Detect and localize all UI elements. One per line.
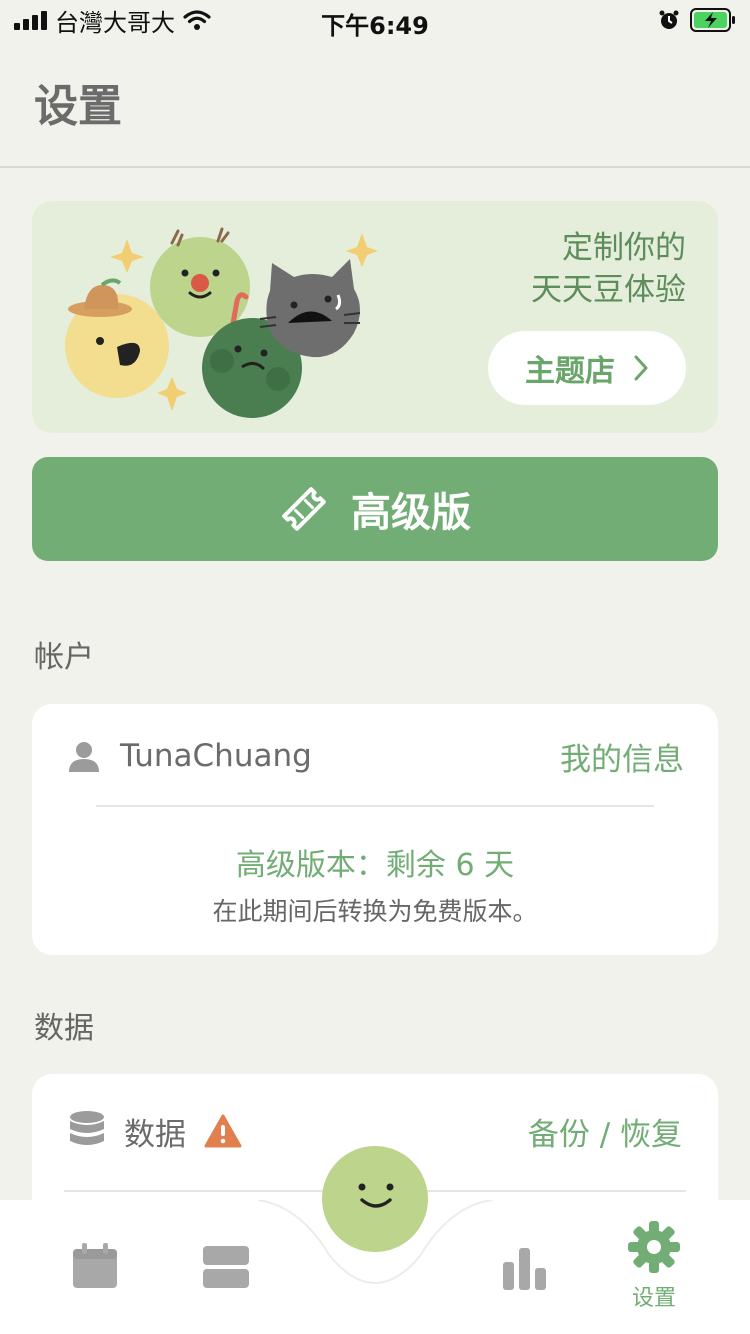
account-section-label: 帐户 bbox=[34, 640, 94, 675]
stats-icon bbox=[503, 1248, 546, 1290]
data-section-label: 数据 bbox=[34, 1011, 94, 1046]
tab-stats[interactable] bbox=[503, 1248, 547, 1290]
backup-restore-link[interactable]: 备份 / 恢复 bbox=[528, 1109, 682, 1154]
user-icon bbox=[69, 742, 99, 772]
premium-button[interactable]: 高级版 bbox=[32, 457, 718, 561]
ticket-icon bbox=[282, 487, 326, 531]
warning-icon bbox=[204, 1114, 242, 1148]
premium-label: 高级版 bbox=[351, 490, 471, 536]
theme-line-2: 天天豆体验 bbox=[531, 272, 686, 308]
theme-banner[interactable]: 定制你的 天天豆体验 主题店 bbox=[32, 201, 718, 433]
calendar-icon bbox=[73, 1243, 117, 1288]
account-card: TunaChuang 我的信息 高级版本：剩余 6 天 在此期间后转换为免费版本… bbox=[32, 704, 718, 955]
battery-charging-icon bbox=[690, 8, 735, 32]
characters-illustration bbox=[65, 227, 378, 418]
alarm-icon bbox=[659, 10, 679, 29]
database-icon bbox=[70, 1111, 104, 1145]
username: TunaChuang bbox=[120, 738, 312, 774]
theme-shop-label: 主题店 bbox=[525, 354, 615, 389]
tab-settings-label: 设置 bbox=[631, 1286, 676, 1311]
chevron-right-icon bbox=[634, 355, 648, 381]
add-mood-button[interactable] bbox=[322, 1146, 428, 1252]
plan-note: 在此期间后转换为免费版本。 bbox=[212, 897, 538, 926]
theme-shop-button[interactable]: 主题店 bbox=[488, 331, 686, 405]
tab-settings[interactable]: 设置 bbox=[627, 1220, 681, 1312]
header-divider bbox=[0, 166, 750, 168]
gear-icon bbox=[628, 1221, 680, 1273]
theme-headline: 定制你的 天天豆体验 bbox=[531, 227, 686, 311]
tab-entries[interactable] bbox=[203, 1246, 249, 1288]
page-title: 设置 bbox=[34, 81, 122, 132]
clock: 下午6:49 bbox=[321, 12, 429, 40]
theme-line-1: 定制你的 bbox=[562, 230, 686, 266]
my-info-link[interactable]: 我的信息 bbox=[560, 734, 684, 779]
smile-face-icon bbox=[358, 1183, 394, 1208]
data-row-label: 数据 bbox=[124, 1116, 186, 1153]
tab-calendar[interactable] bbox=[72, 1243, 118, 1289]
status-bar: 台灣大哥大 下午6:49 bbox=[0, 0, 750, 40]
account-divider bbox=[96, 805, 654, 807]
list-icon bbox=[203, 1246, 249, 1288]
plan-status: 高级版本：剩余 6 天 bbox=[235, 848, 515, 883]
